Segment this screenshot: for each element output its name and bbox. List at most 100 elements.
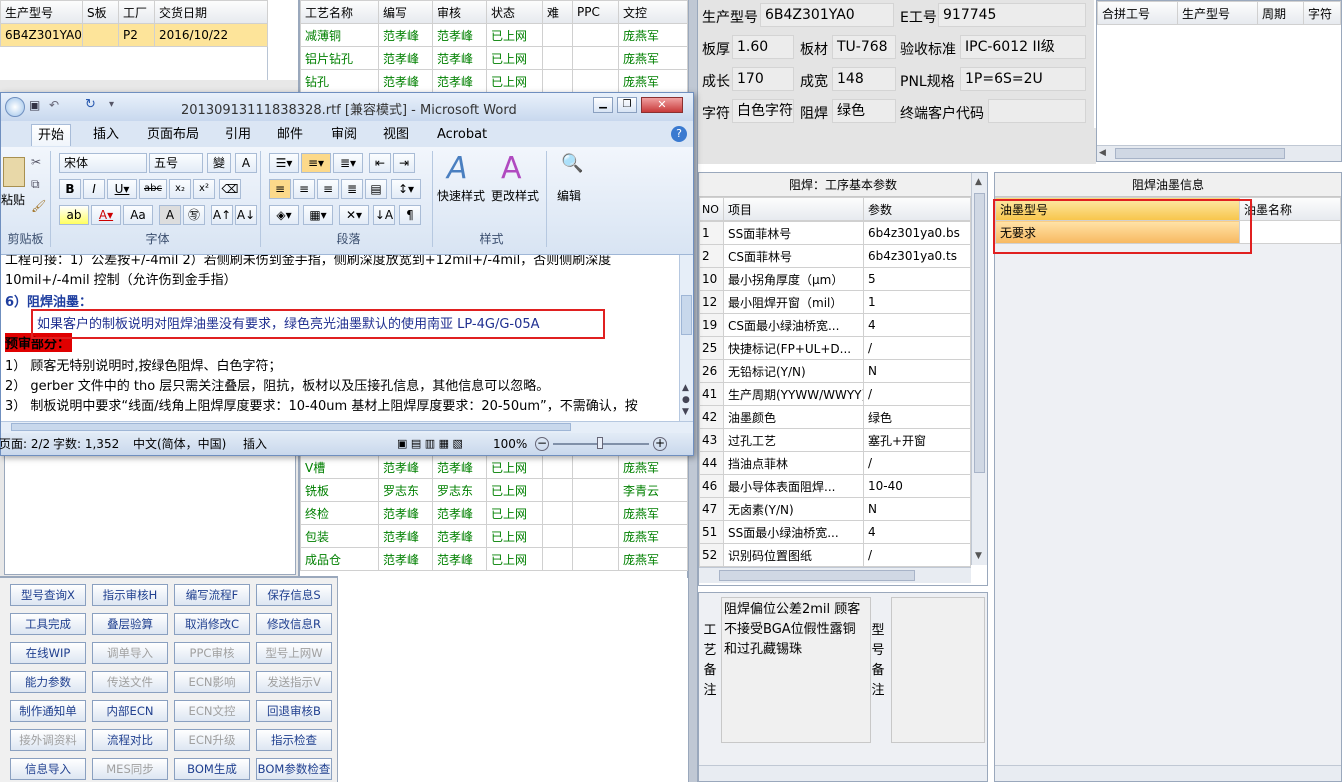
status-words[interactable]: 字数: 1,352 bbox=[53, 433, 119, 455]
browse-object-icon[interactable]: ● bbox=[682, 395, 690, 405]
ribbon-tab[interactable]: 邮件 bbox=[271, 124, 309, 146]
action-button[interactable]: 保存信息S bbox=[256, 584, 332, 606]
enclose-char-icon[interactable]: ㊢ bbox=[183, 205, 205, 225]
minimize-button[interactable]: ▁ bbox=[593, 97, 613, 113]
table-row[interactable]: 1 SS面菲林号 6b4z301ya0.bs bbox=[699, 221, 971, 245]
scroll-down-icon[interactable]: ▼ bbox=[975, 551, 982, 561]
highlight-color-icon[interactable]: ab bbox=[59, 205, 89, 225]
prev-page-icon[interactable]: ▲ bbox=[682, 383, 689, 393]
doc-vscrollbar[interactable]: ▲ ● ▼ bbox=[679, 255, 693, 421]
table-row[interactable]: V槽 范孝峰 范孝峰 已上网 庞燕军 bbox=[300, 455, 688, 479]
sort-icon[interactable]: ↓A bbox=[373, 205, 395, 225]
thickness-field[interactable]: 1.60 bbox=[732, 35, 794, 59]
shrink-font-icon[interactable]: A↓ bbox=[235, 205, 257, 225]
table-row[interactable]: 钻孔 范孝峰 范孝峰 已上网 庞燕军 bbox=[300, 69, 688, 93]
clear-format-icon[interactable]: ⌫ bbox=[219, 179, 241, 199]
action-button[interactable]: 编写流程F bbox=[174, 584, 250, 606]
underline-icon[interactable]: U▾ bbox=[107, 179, 137, 199]
param-hscroll-thumb[interactable] bbox=[719, 570, 915, 581]
shading-icon[interactable]: ◈▾ bbox=[269, 205, 299, 225]
distribute-icon[interactable]: ▤ bbox=[365, 179, 387, 199]
status-language[interactable]: 中文(简体，中国) bbox=[133, 433, 226, 455]
char-border-icon[interactable]: A bbox=[235, 153, 257, 173]
restore-button[interactable]: ❐ bbox=[617, 97, 637, 113]
table-row[interactable]: 铣板 罗志东 罗志东 已上网 李青云 bbox=[300, 478, 688, 502]
col-header[interactable]: 周期 bbox=[1257, 1, 1304, 25]
change-case-icon[interactable]: Aa bbox=[123, 205, 153, 225]
align-center-icon[interactable]: ≡ bbox=[293, 179, 315, 199]
action-button[interactable]: 叠层验算 bbox=[92, 613, 168, 635]
action-button[interactable]: MES同步 bbox=[92, 758, 168, 780]
action-button[interactable]: 传送文件 bbox=[92, 671, 168, 693]
editing-label[interactable]: 编辑 bbox=[557, 187, 581, 204]
param-vscrollbar[interactable]: ▲ ▼ bbox=[971, 173, 987, 565]
table-row[interactable]: 43 过孔工艺 塞孔+开窗 bbox=[699, 428, 971, 452]
action-button[interactable]: 能力参数 bbox=[10, 671, 86, 693]
col-header[interactable]: PPC bbox=[572, 0, 619, 24]
table-row[interactable]: 42 油墨颜色 绿色 bbox=[699, 405, 971, 429]
action-button[interactable]: 在线WIP bbox=[10, 642, 86, 664]
save-icon[interactable]: ▣ bbox=[29, 98, 40, 112]
numbering-icon[interactable]: ≡▾ bbox=[301, 153, 331, 173]
align-left-icon[interactable]: ≡ bbox=[269, 179, 291, 199]
ink-hscrollbar[interactable] bbox=[995, 765, 1341, 781]
change-styles-label[interactable]: 更改样式 bbox=[491, 187, 539, 204]
zoom-slider-thumb[interactable] bbox=[597, 437, 603, 449]
word-titlebar[interactable]: ▣ ↶ ↻ ▾ 20130913111838328.rtf [兼容模式] - M… bbox=[1, 93, 693, 121]
action-button[interactable]: 流程对比 bbox=[92, 729, 168, 751]
table-row[interactable]: 52 识别码位置图纸 / bbox=[699, 543, 971, 567]
close-button[interactable]: ✕ bbox=[641, 97, 683, 113]
ribbon-tab[interactable]: Acrobat bbox=[431, 124, 493, 146]
col-header[interactable]: 编写 bbox=[378, 0, 433, 24]
copy-icon[interactable]: ⧉ bbox=[31, 177, 40, 192]
model-remark-text[interactable] bbox=[891, 597, 985, 743]
increase-indent-icon[interactable]: ⇥ bbox=[393, 153, 415, 173]
table-row[interactable]: 铝片钻孔 范孝峰 范孝峰 已上网 庞燕军 bbox=[300, 46, 688, 70]
table-row[interactable]: 成品仓 范孝峰 范孝峰 已上网 庞燕军 bbox=[300, 547, 688, 571]
ribbon-tab[interactable]: 引用 bbox=[219, 124, 257, 146]
col-header[interactable]: 项目 bbox=[723, 197, 864, 221]
col-header[interactable]: 生产型号 bbox=[0, 0, 83, 24]
italic-icon[interactable]: I bbox=[83, 179, 105, 199]
decrease-indent-icon[interactable]: ⇤ bbox=[369, 153, 391, 173]
col-header[interactable]: S板 bbox=[82, 0, 119, 24]
quick-access-dropdown-icon[interactable]: ▾ bbox=[109, 99, 114, 110]
action-button[interactable]: 修改信息R bbox=[256, 613, 332, 635]
bullets-icon[interactable]: ☰▾ bbox=[269, 153, 299, 173]
col-header[interactable]: 生产型号 bbox=[1177, 1, 1258, 25]
width-field[interactable]: 148 bbox=[832, 67, 896, 91]
length-field[interactable]: 170 bbox=[732, 67, 794, 91]
status-insert-mode[interactable]: 插入 bbox=[243, 433, 267, 455]
param-scroll-thumb[interactable] bbox=[974, 193, 985, 473]
ribbon-tab[interactable]: 审阅 bbox=[325, 124, 363, 146]
paste-label[interactable]: 粘贴 bbox=[1, 191, 25, 208]
col-header[interactable]: 工厂 bbox=[118, 0, 155, 24]
remarks-hscrollbar[interactable] bbox=[699, 765, 987, 781]
superscript-icon[interactable]: x² bbox=[193, 179, 215, 199]
process-remark-text[interactable]: 阻焊偏位公差2mil 顾客不接受BGA位假性露铜和过孔藏锡珠 bbox=[721, 597, 871, 743]
action-button[interactable]: 接外调资料 bbox=[10, 729, 86, 751]
format-painter-icon[interactable]: 🖌 bbox=[31, 199, 46, 213]
change-styles-icon[interactable]: A bbox=[501, 151, 522, 186]
cut-icon[interactable]: ✂ bbox=[31, 155, 41, 169]
action-button[interactable]: ECN升级 bbox=[174, 729, 250, 751]
col-header[interactable]: 字符 bbox=[1303, 1, 1341, 25]
borders-icon[interactable]: ▦▾ bbox=[303, 205, 333, 225]
action-button[interactable]: PPC审核 bbox=[174, 642, 250, 664]
font-color-icon[interactable]: A▾ bbox=[91, 205, 121, 225]
action-button[interactable]: 发送指示V bbox=[256, 671, 332, 693]
action-button[interactable]: 信息导入 bbox=[10, 758, 86, 780]
quick-styles-label[interactable]: 快速样式 bbox=[437, 187, 485, 204]
action-button[interactable]: 回退审核B bbox=[256, 700, 332, 722]
action-button[interactable]: 调单导入 bbox=[92, 642, 168, 664]
align-right-icon[interactable]: ≡ bbox=[317, 179, 339, 199]
table-row[interactable]: 25 快捷标记(FP+UL+D... / bbox=[699, 336, 971, 360]
action-button[interactable]: BOM生成 bbox=[174, 758, 250, 780]
find-icon[interactable]: 🔍 bbox=[561, 153, 583, 174]
scroll-left-icon[interactable]: ◀ bbox=[1099, 148, 1106, 158]
table-row[interactable]: 51 SS面最小绿油桥宽... 4 bbox=[699, 520, 971, 544]
action-button[interactable]: 制作通知单 bbox=[10, 700, 86, 722]
office-button[interactable] bbox=[5, 97, 25, 117]
strikethrough-icon[interactable]: abc bbox=[139, 179, 167, 199]
table-row[interactable]: 44 挡油点菲林 / bbox=[699, 451, 971, 475]
